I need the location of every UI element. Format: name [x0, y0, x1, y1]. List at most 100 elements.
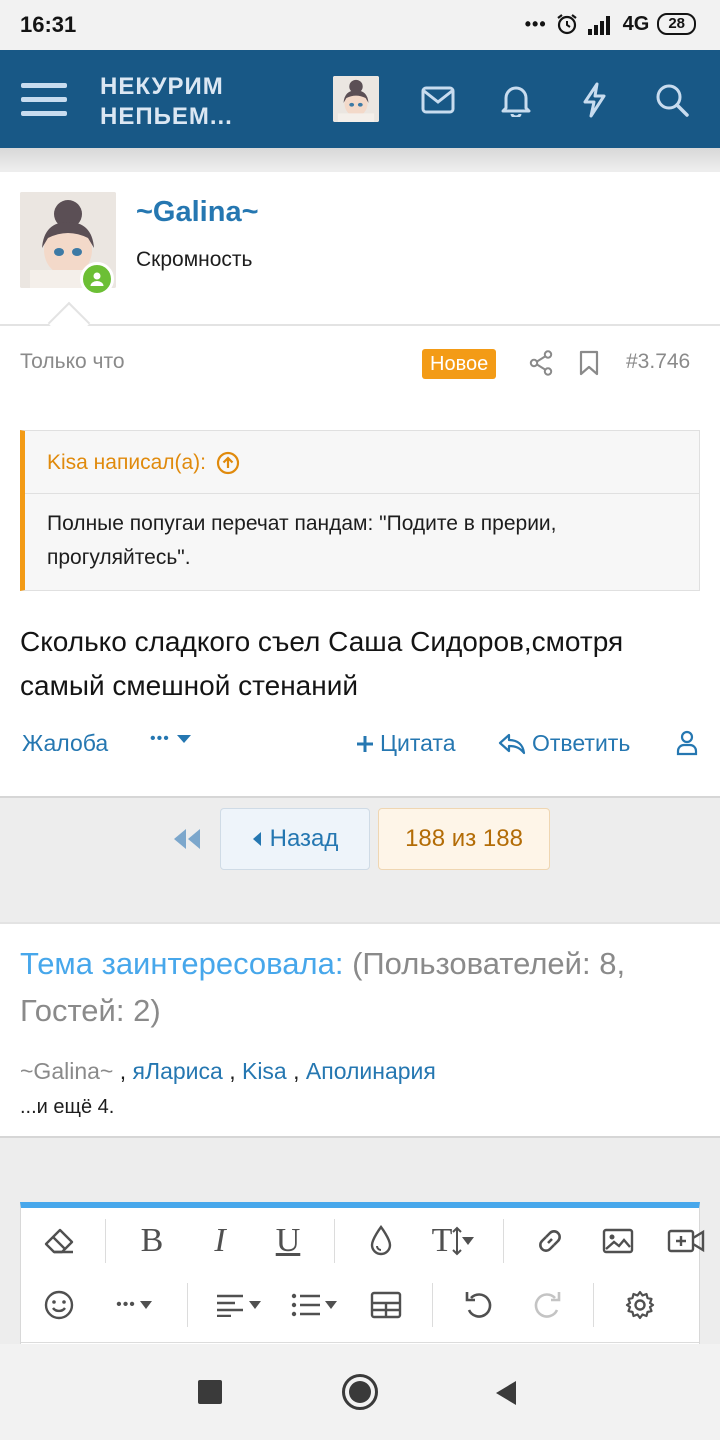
post-date[interactable]: Только что [20, 350, 125, 374]
eraser-icon [44, 1228, 74, 1254]
remove-format-button[interactable] [37, 1219, 81, 1263]
reply-editor: B I U T ••• [20, 1202, 705, 1352]
hamburger-icon [21, 83, 67, 116]
underline-button[interactable]: U [266, 1219, 310, 1263]
interested-users: ~Galina~ , яЛариса , Kisa , Аполинария [20, 1058, 436, 1085]
text-color-button[interactable] [359, 1219, 403, 1263]
bookmark-button[interactable] [574, 348, 604, 378]
link-button[interactable] [528, 1219, 572, 1263]
bold-label: B [140, 1222, 164, 1259]
separator: , [113, 1058, 133, 1084]
header-avatar[interactable] [333, 76, 379, 122]
interested-user[interactable]: ~Galina~ [20, 1058, 113, 1084]
logo-line1: НЕКУРИМ [100, 73, 224, 100]
settings-button[interactable] [618, 1283, 662, 1327]
emoji-button[interactable] [37, 1283, 81, 1327]
back-nav-button[interactable] [494, 1380, 518, 1411]
post-username[interactable]: ~Galina~ [136, 196, 259, 229]
redo-icon [534, 1292, 561, 1318]
interested-user[interactable]: яЛариса [133, 1058, 223, 1084]
profile-button[interactable] [676, 730, 698, 756]
quote-button[interactable]: Цитата [356, 730, 456, 757]
triangle-back-icon [496, 1381, 516, 1405]
align-button[interactable] [212, 1283, 264, 1327]
reply-button[interactable]: Ответить [498, 730, 630, 757]
toolbar-separator [187, 1283, 188, 1327]
interested-heading: Тема заинтересовала: (Пользователей: 8, … [20, 940, 700, 1034]
more-actions-button[interactable]: ••• [150, 730, 192, 748]
share-icon [529, 350, 553, 376]
header-shadow [0, 148, 720, 170]
list-icon [291, 1293, 320, 1317]
caret-down-icon [176, 735, 191, 743]
image-button[interactable] [596, 1219, 640, 1263]
post-number[interactable]: #3.746 [626, 350, 690, 374]
bold-button[interactable]: B [130, 1219, 174, 1263]
toolbar-separator [334, 1219, 335, 1263]
first-page-button[interactable] [170, 822, 204, 856]
menu-button[interactable] [20, 76, 68, 124]
caret-down-icon [139, 1301, 152, 1309]
interested-more[interactable]: ...и ещё 4. [20, 1096, 114, 1119]
status-time: 16:31 [20, 12, 77, 37]
caret-left-icon [252, 832, 261, 846]
online-status-badge [80, 262, 114, 296]
gear-icon [625, 1290, 655, 1320]
quote-header: Kisa написал(а): [25, 431, 699, 494]
recents-button[interactable] [198, 1380, 222, 1404]
toolbar-row-1: B I U T [37, 1216, 708, 1266]
redo-button[interactable] [525, 1283, 569, 1327]
network-type: 4G [622, 12, 650, 35]
quote-author: Kisa написал(а): [47, 451, 206, 474]
signal-icon [587, 16, 610, 35]
more-options-button[interactable]: ••• [105, 1283, 163, 1327]
share-button[interactable] [526, 348, 556, 378]
status-icons: ••• 4G 28 [525, 12, 696, 36]
table-icon [370, 1291, 402, 1319]
post-body: Сколько сладкого съел Саша Сидоров,смотр… [20, 626, 624, 701]
report-button[interactable]: Жалоба [22, 730, 108, 757]
link-icon [539, 1230, 561, 1252]
search-button[interactable] [648, 76, 696, 124]
editor-divider [21, 1342, 699, 1343]
post-actions: Жалоба ••• Цитата Ответить [0, 730, 720, 770]
list-button[interactable] [288, 1283, 340, 1327]
alarm-icon [556, 14, 577, 35]
alerts-button[interactable] [492, 76, 540, 124]
dots-icon: ••• [524, 13, 547, 34]
arrow-up-circle-icon [216, 451, 240, 475]
back-button[interactable]: Назад [220, 808, 370, 870]
toolbar-separator [432, 1283, 433, 1327]
site-logo[interactable]: НЕКУРИМ НЕПЬЕМ... [100, 72, 233, 132]
toolbar-separator [593, 1283, 594, 1327]
undo-button[interactable] [457, 1283, 501, 1327]
lightning-icon [583, 82, 606, 118]
italic-button[interactable]: I [198, 1219, 242, 1263]
report-label: Жалоба [22, 730, 109, 756]
interested-user[interactable]: Kisa [242, 1058, 287, 1084]
search-icon [656, 84, 689, 117]
inbox-button[interactable] [414, 76, 462, 124]
media-button[interactable] [664, 1219, 708, 1263]
align-left-icon [217, 1294, 243, 1317]
interested-user[interactable]: Аполинария [306, 1058, 436, 1084]
video-icon [667, 1229, 705, 1253]
home-icon [349, 1381, 371, 1403]
whats-new-button[interactable] [570, 76, 618, 124]
reply-label: Ответить [532, 730, 631, 756]
table-button[interactable] [364, 1283, 408, 1327]
more-options-label: ••• [116, 1296, 136, 1313]
bell-icon [501, 86, 531, 117]
toolbar-separator [503, 1219, 504, 1263]
current-page-button[interactable]: 188 из 188 [378, 808, 550, 870]
quote-label: Цитата [380, 730, 456, 756]
image-icon [602, 1228, 634, 1254]
caret-down-icon [462, 1237, 475, 1245]
divider [0, 324, 720, 326]
quote-author-link[interactable]: Kisa написал(а): [47, 451, 240, 475]
font-size-button[interactable]: T [427, 1219, 479, 1263]
toolbar-separator [105, 1219, 106, 1263]
home-button[interactable] [342, 1374, 378, 1410]
separator: , [222, 1058, 242, 1084]
avatar-image [333, 76, 379, 122]
